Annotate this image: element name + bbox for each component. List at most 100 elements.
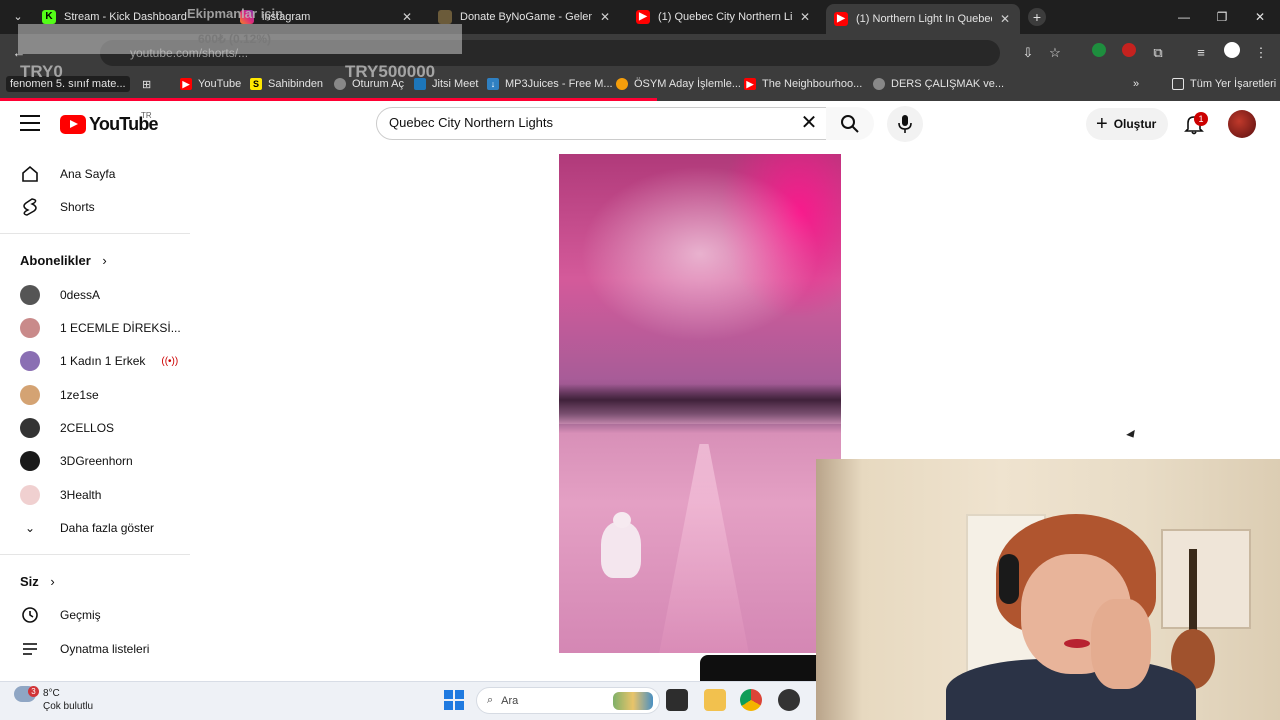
search-icon: ⌕ (487, 694, 494, 706)
extension-red-icon[interactable] (1118, 42, 1140, 64)
more-bookmarks-chevron-icon[interactable]: » (1133, 76, 1139, 92)
goal-amount: 600₺ (0.12%) (198, 32, 272, 46)
plus-icon: + (1096, 113, 1108, 135)
extension-green-icon[interactable] (1088, 42, 1110, 64)
globe-icon (873, 78, 885, 90)
bynogame-icon (438, 10, 452, 24)
weather-description: Çok bulutlu (43, 701, 94, 712)
bookmark-sahibinden[interactable]: S Sahibinden (250, 76, 323, 92)
chrome-icon[interactable] (740, 689, 762, 711)
create-button[interactable]: + Oluştur (1086, 108, 1168, 140)
clear-search-icon[interactable]: ✕ (798, 112, 820, 134)
youtube-icon: ▶ (744, 78, 756, 90)
history-icon (20, 605, 40, 625)
channel-avatar (20, 485, 40, 505)
profile-avatar-icon[interactable] (1221, 42, 1243, 64)
sidebar-channel-1ze1se[interactable]: 1ze1se (20, 383, 99, 407)
hamburger-menu-icon[interactable] (20, 115, 40, 131)
install-app-icon[interactable]: ⇩ (1017, 42, 1039, 64)
bookmark-star-icon[interactable]: ☆ (1044, 42, 1066, 64)
voice-search-button[interactable] (887, 106, 923, 142)
sidebar-item-playlists[interactable]: Oynatma listeleri (20, 637, 149, 661)
minimize-icon[interactable]: — (1172, 6, 1196, 28)
search-highlight-image (613, 692, 653, 710)
search-button[interactable] (826, 107, 874, 140)
osym-icon (616, 78, 628, 90)
bookmark-mp3juices[interactable]: ↓ MP3Juices - Free M... (487, 76, 613, 92)
subscriptions-heading[interactable]: Abonelikler › (20, 253, 107, 268)
file-explorer-icon[interactable] (704, 689, 726, 711)
youtube-icon (60, 115, 86, 134)
channel-avatar (20, 285, 40, 305)
windows-start-icon[interactable] (444, 690, 464, 710)
chevron-right-icon: › (50, 574, 55, 589)
video-scene-treeline (559, 384, 841, 424)
notification-count-badge: 1 (1194, 112, 1208, 126)
playlist-icon (20, 639, 40, 659)
chevron-down-icon: ⌄ (24, 521, 36, 535)
youtube-icon: ▶ (834, 12, 848, 26)
tab-northern-light-active[interactable]: ▶ (1) Northern Light In Quebec ✕ (826, 4, 1020, 34)
microphone-icon (898, 115, 912, 133)
mouse-cursor (1126, 429, 1138, 441)
webcam-overlay (816, 459, 1280, 720)
sidebar-item-shorts[interactable]: Shorts (20, 195, 95, 219)
sidebar-channel-3dgreenhorn[interactable]: 3DGreenhorn (20, 449, 133, 473)
bookmark-youtube[interactable]: ▶ YouTube (180, 76, 241, 92)
sidebar-channel-1kadin1erkek[interactable]: 1 Kadın 1 Erkek ((•)) (20, 349, 178, 373)
media-controls-icon[interactable]: ≡ (1190, 42, 1212, 64)
tab-quebec-search[interactable]: ▶ (1) Quebec City Northern Lights ✕ (628, 6, 820, 28)
kick-icon: K (42, 10, 56, 24)
restore-icon[interactable]: ❐ (1210, 6, 1234, 28)
country-code: TR (141, 111, 152, 120)
close-icon[interactable]: ✕ (598, 10, 612, 24)
you-heading[interactable]: Siz › (20, 574, 55, 589)
close-icon[interactable]: ✕ (998, 12, 1012, 26)
bookmark-ders[interactable]: DERS ÇALIŞMAK ve... (873, 76, 1004, 92)
obs-icon[interactable] (778, 689, 800, 711)
goal-right-value: TRY500000 (345, 62, 436, 81)
chevron-right-icon: › (102, 253, 107, 268)
sidebar-channel-0dessa[interactable]: 0dessA (20, 283, 100, 307)
video-scene-path (659, 444, 749, 653)
sidebar-channel-3health[interactable]: 3Health (20, 483, 101, 507)
weather-temperature: 8°C (43, 688, 60, 699)
sidebar-channel-2cellos[interactable]: 2CELLOS (20, 416, 114, 440)
download-icon: ↓ (487, 78, 499, 90)
close-icon[interactable]: ✕ (400, 10, 414, 24)
windows-taskbar (0, 681, 816, 720)
new-tab-button[interactable]: + (1028, 8, 1046, 26)
sidebar-item-home[interactable]: Ana Sayfa (20, 162, 115, 186)
video-controls-strip (700, 655, 816, 681)
show-more-button[interactable]: ⌄ Daha fazla göster (20, 516, 154, 540)
window-close-icon[interactable]: ✕ (1248, 6, 1272, 28)
goal-title: Ekipmanlar için (187, 6, 284, 21)
all-bookmarks-folder[interactable]: Tüm Yer İşaretleri (1172, 76, 1276, 92)
apps-grid-icon[interactable]: ⊞ (142, 76, 151, 92)
shorts-video-player[interactable] (559, 154, 841, 653)
search-input-value: Quebec City Northern Lights (389, 115, 554, 130)
webcam-person-hand (1091, 599, 1151, 689)
shorts-icon (20, 197, 40, 217)
kebab-menu-icon[interactable]: ⋮ (1250, 42, 1272, 64)
webcam-headset (999, 554, 1019, 604)
channel-avatar (20, 418, 40, 438)
live-broadcast-icon: ((•)) (161, 355, 179, 367)
channel-avatar (20, 351, 40, 371)
video-scene-dog (601, 512, 641, 578)
sidebar-divider (0, 233, 190, 234)
extensions-puzzle-icon[interactable]: ⧉ (1147, 42, 1169, 64)
search-icon (841, 114, 859, 133)
bookmark-osym[interactable]: ÖSYM Aday İşlemle... (616, 76, 741, 92)
sidebar-item-history[interactable]: Geçmiş (20, 603, 101, 627)
taskbar-search[interactable]: ⌕ Ara (476, 687, 660, 714)
sahibinden-icon: S (250, 78, 262, 90)
sidebar-channel-ecemle[interactable]: 1 ECEMLE DİREKSİ... (20, 316, 181, 340)
bookmark-neighbourhood[interactable]: ▶ The Neighbourhoo... (744, 76, 862, 92)
account-avatar[interactable] (1228, 110, 1256, 138)
channel-avatar (20, 318, 40, 338)
webcam-person-lips (1064, 639, 1090, 648)
channel-avatar (20, 451, 40, 471)
taskview-app-icon[interactable] (666, 689, 688, 711)
close-icon[interactable]: ✕ (798, 10, 812, 24)
